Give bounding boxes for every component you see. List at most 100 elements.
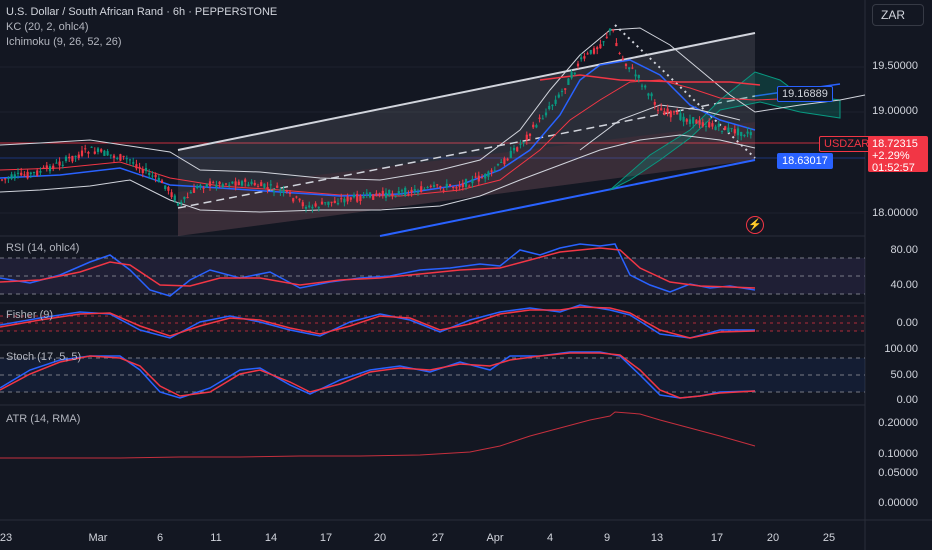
current-price-tag: 18.72315 +2.29% 01:52:57 <box>868 136 928 174</box>
candle-body <box>314 203 317 207</box>
candle-body <box>509 150 512 158</box>
stoch-title[interactable]: Stoch (17, 5, 5) <box>6 351 81 363</box>
candle-body <box>135 164 138 169</box>
rsi-axis-label: 40.00 <box>890 279 918 291</box>
candle-body <box>381 190 384 196</box>
candle-body <box>144 168 148 171</box>
candle-body <box>100 149 103 152</box>
time-axis-label: 23 <box>0 532 13 544</box>
candle-body <box>141 169 144 174</box>
candle-body <box>208 181 212 187</box>
candle-body <box>516 147 519 152</box>
candle-body <box>378 193 381 195</box>
candle-body <box>445 183 448 188</box>
candle-body <box>93 151 96 154</box>
candle-body <box>148 172 151 175</box>
candle-body <box>436 184 439 186</box>
candle-body <box>292 198 295 202</box>
candle-body <box>733 129 736 134</box>
atr-line <box>0 411 756 459</box>
current-price: 18.72315 <box>872 138 918 150</box>
candle-body <box>551 104 554 107</box>
candle-body <box>336 202 340 205</box>
candle-body <box>186 197 189 199</box>
candle-body <box>570 72 573 79</box>
candle-body <box>212 182 215 184</box>
candle-body <box>538 117 541 119</box>
lightning-bolt-icon[interactable]: ⚡ <box>746 216 764 234</box>
atr-axis-label: 0.05000 <box>878 467 918 479</box>
candle-body <box>548 105 551 110</box>
candle-body <box>720 130 724 132</box>
candle-body <box>330 201 333 203</box>
fisher-title[interactable]: Fisher (9) <box>6 309 53 321</box>
candle-body <box>711 123 714 127</box>
currency-button[interactable]: ZAR <box>872 4 924 26</box>
time-axis-label: 25 <box>822 532 836 544</box>
candle-body <box>663 111 666 115</box>
atr-axis-label: 0.00000 <box>878 497 918 509</box>
candle-body <box>260 182 263 187</box>
candle-body <box>525 134 528 140</box>
candle-body <box>55 162 58 164</box>
candle-body <box>624 63 628 67</box>
candle-body <box>340 198 343 200</box>
rsi-title[interactable]: RSI (14, ohlc4) <box>6 242 79 254</box>
candle-body <box>304 206 308 209</box>
candle-body <box>196 186 199 189</box>
candle-body <box>311 206 314 209</box>
stoch-axis-label: 0.00 <box>896 394 918 406</box>
candle-body <box>388 189 391 196</box>
candle-body <box>269 184 272 186</box>
candle-body <box>192 188 196 193</box>
candle-body <box>736 128 740 136</box>
candle-body <box>653 102 656 105</box>
candle-body <box>285 190 288 193</box>
stoch-axis-label: 100.00 <box>884 343 918 355</box>
candle-body <box>474 176 477 178</box>
candle-body <box>109 154 112 156</box>
legend-kc[interactable]: KC (20, 2, ohlc4) <box>6 21 89 33</box>
candle-body <box>480 177 484 179</box>
candle-body <box>228 184 231 186</box>
candle-body <box>554 99 557 104</box>
price-change: +2.29% <box>872 150 910 162</box>
time-axis-label: 11 <box>210 532 222 544</box>
candle-body <box>448 184 452 187</box>
bar-countdown: 01:52:57 <box>872 162 915 174</box>
candle-body <box>58 161 61 166</box>
candle-body <box>77 154 80 158</box>
candle-body <box>279 189 282 192</box>
chart-window: U.S. Dollar / South African Rand · 6h · … <box>0 0 932 550</box>
candle-body <box>7 177 10 180</box>
candle-body <box>522 142 525 144</box>
legend-ichimoku[interactable]: Ichimoku (9, 26, 52, 26) <box>6 36 122 48</box>
candle-body <box>628 67 631 70</box>
candle-body <box>368 192 372 198</box>
candle-body <box>343 198 346 203</box>
atr-axis-label: 0.10000 <box>878 448 918 460</box>
atr-title[interactable]: ATR (14, RMA) <box>6 413 80 425</box>
chart-canvas[interactable] <box>0 0 932 550</box>
candle-body <box>282 189 285 193</box>
symbol-title[interactable]: U.S. Dollar / South African Rand · 6h · … <box>6 6 277 18</box>
candle-body <box>308 205 311 208</box>
candle-body <box>576 63 580 67</box>
candle-body <box>359 195 362 202</box>
candle-body <box>119 154 122 161</box>
candle-body <box>679 113 682 120</box>
candle-body <box>429 185 432 187</box>
candle-body <box>400 190 404 192</box>
candle-body <box>602 41 605 43</box>
candle-body <box>724 126 727 130</box>
candle-body <box>253 182 256 186</box>
time-axis-label: 6 <box>156 532 164 544</box>
upper-channel-price-tag: 19.16889 <box>777 86 833 102</box>
candle-body <box>672 111 676 113</box>
candle-body <box>631 67 634 69</box>
candle-body <box>708 121 711 128</box>
candle-body <box>612 29 615 31</box>
candle-body <box>477 175 480 182</box>
candle-body <box>471 179 474 184</box>
candle-body <box>170 192 173 198</box>
